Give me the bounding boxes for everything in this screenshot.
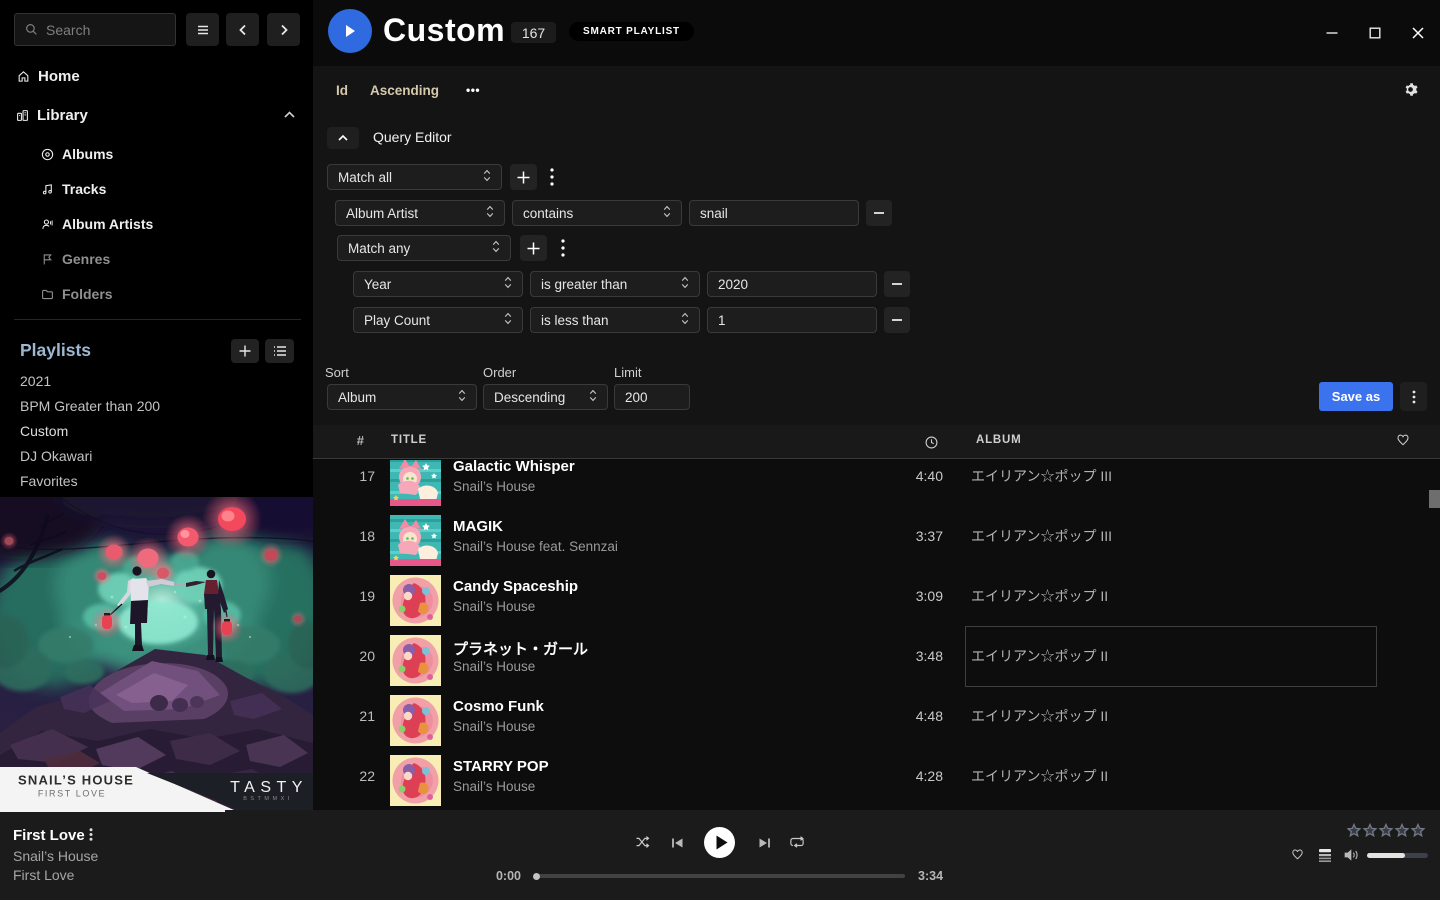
svg-text:FIRST LOVE: FIRST LOVE — [38, 789, 106, 799]
svg-text:BSTMMXI: BSTMMXI — [243, 796, 293, 802]
svg-text:TASTY: TASTY — [230, 779, 308, 796]
svg-text:SNAIL’S HOUSE: SNAIL’S HOUSE — [18, 773, 134, 788]
